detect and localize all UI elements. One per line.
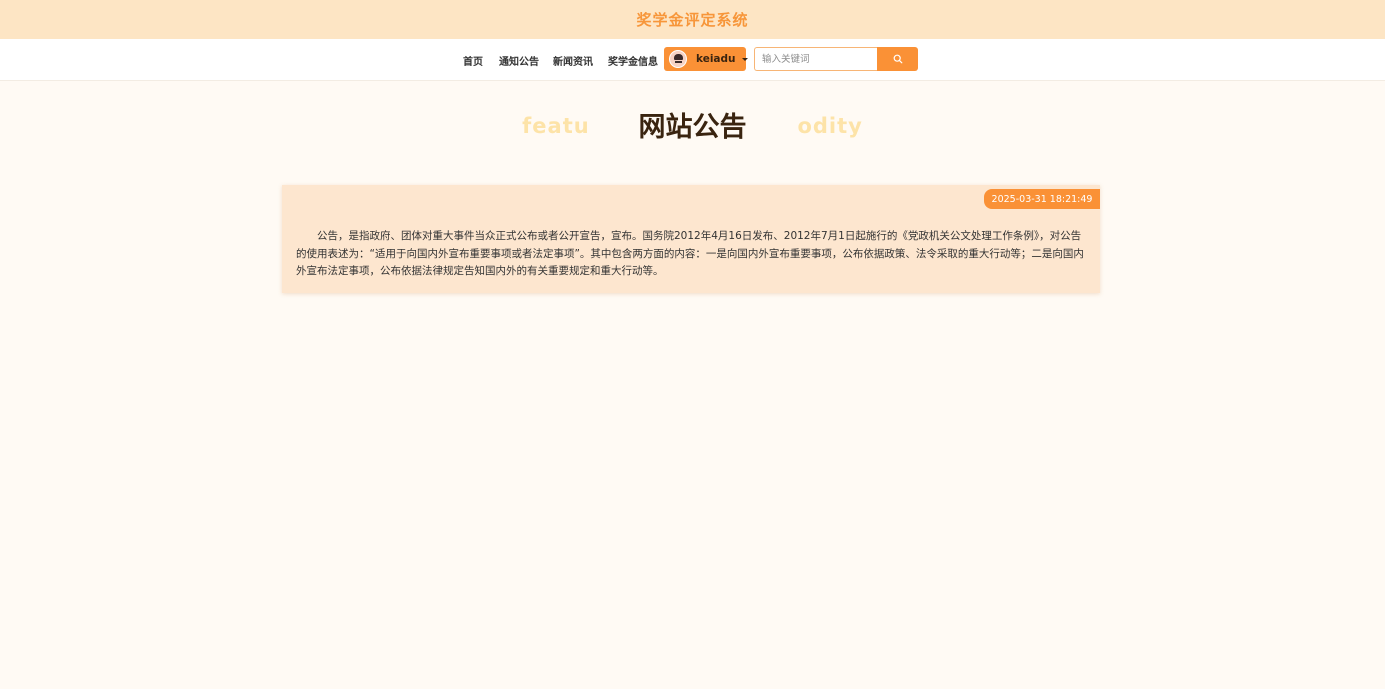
notice-date-badge: 2025-03-31 18:21:49 <box>984 189 1100 209</box>
top-banner: 奖学金评定系统 <box>0 0 1385 39</box>
search-input[interactable] <box>754 47 878 71</box>
site-title: 奖学金评定系统 <box>636 11 749 29</box>
avatar <box>669 50 687 68</box>
notice-content: 公告，是指政府、团体对重大事件当众正式公布或者公开宣告，宣布。国务院2012年4… <box>296 230 1084 277</box>
user-menu-button[interactable]: keiadu <box>664 47 748 71</box>
page-title-text: 网站公告 <box>636 112 749 143</box>
nav-home-link[interactable]: 首页 <box>463 53 483 68</box>
nav-news-link[interactable]: 新闻资讯 <box>553 53 593 68</box>
page-heading-area: featu odity 网站公告 <box>0 100 1385 150</box>
nav-scholarship-link[interactable]: 奖学金信息 <box>608 53 658 68</box>
notice-card: 2025-03-31 18:21:49 公告，是指政府、团体对重大事件当众正式公… <box>282 185 1100 293</box>
nav-notice-link[interactable]: 通知公告 <box>499 53 539 68</box>
search-icon <box>893 54 902 64</box>
user-name: keiadu <box>696 53 736 65</box>
caret-down-icon <box>741 57 748 61</box>
search-button[interactable] <box>877 47 918 71</box>
navbar: 首页 通知公告 新闻资讯 奖学金信息 keiadu <box>0 39 1385 81</box>
page-title: 网站公告 <box>0 105 1385 144</box>
